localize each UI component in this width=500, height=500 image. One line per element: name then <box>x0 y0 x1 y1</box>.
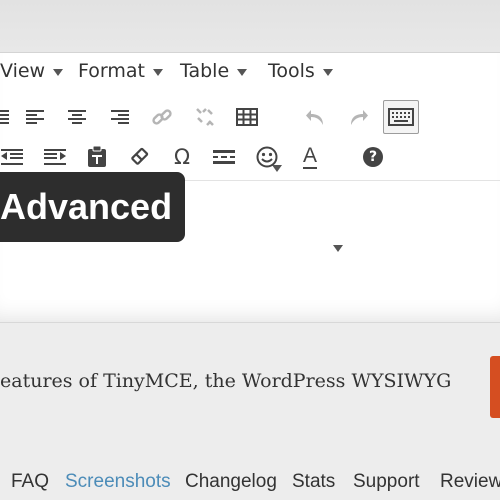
link-icon[interactable] <box>148 103 176 131</box>
chevron-down-icon <box>152 68 163 76</box>
paste-as-text-icon[interactable] <box>83 143 111 171</box>
toolbar-row-1 <box>0 100 500 172</box>
plugin-description: eatures of TinyMCE, the WordPress WYSIWY… <box>0 370 452 392</box>
emoticons-icon[interactable] <box>253 143 281 171</box>
align-left-icon[interactable] <box>21 103 49 131</box>
horizontal-line-icon[interactable] <box>210 143 238 171</box>
menu-tools[interactable]: Tools <box>268 60 333 82</box>
menu-table-label: Table <box>180 60 230 82</box>
omega-glyph: Ω <box>173 145 191 169</box>
tab-support[interactable]: Support <box>353 471 420 493</box>
undo-icon[interactable] <box>302 103 330 131</box>
clear-formatting-icon[interactable] <box>125 143 153 171</box>
chevron-down-icon <box>53 68 64 76</box>
align-center-icon[interactable] <box>63 103 91 131</box>
editor-menubar: View Format Table Tools <box>0 53 500 88</box>
banner-title: Advanced <box>0 186 173 227</box>
redo-icon[interactable] <box>344 103 372 131</box>
tab-stats[interactable]: Stats <box>292 471 335 493</box>
text-color-icon[interactable]: A <box>296 143 324 171</box>
download-button[interactable] <box>490 356 500 418</box>
menu-format-label: Format <box>78 60 145 82</box>
table-icon[interactable] <box>233 103 261 131</box>
indent-icon[interactable] <box>41 143 69 171</box>
tab-changelog[interactable]: Changelog <box>185 471 277 493</box>
menu-view[interactable]: View <box>0 60 64 82</box>
menu-tools-label: Tools <box>268 60 315 82</box>
tab-faq[interactable]: FAQ <box>11 471 49 493</box>
keyboard-toggle-icon <box>388 108 414 126</box>
unlink-icon[interactable] <box>191 103 219 131</box>
page-header-band <box>0 0 500 52</box>
plugin-tabs: FAQ Screenshots Changelog Stats Support … <box>0 471 500 499</box>
tab-screenshots[interactable]: Screenshots <box>65 471 171 493</box>
banner-separator <box>0 322 500 323</box>
help-icon[interactable]: ? <box>359 143 387 171</box>
menu-view-label: View <box>0 60 46 82</box>
outdent-icon[interactable] <box>0 143 26 171</box>
align-justify-icon[interactable] <box>0 103 14 131</box>
special-character-icon[interactable]: Ω <box>168 143 196 171</box>
chevron-down-icon <box>322 68 333 76</box>
help-glyph: ? <box>363 147 383 167</box>
toolbar-toggle-button[interactable] <box>383 100 419 134</box>
menu-format[interactable]: Format <box>78 60 163 82</box>
align-right-icon[interactable] <box>106 103 134 131</box>
text-color-glyph: A <box>302 144 317 169</box>
menu-table[interactable]: Table <box>180 60 248 82</box>
text-color-dropdown-chevron-icon[interactable] <box>333 245 343 252</box>
chevron-down-icon <box>237 68 248 76</box>
tab-reviews[interactable]: Reviews <box>440 471 500 493</box>
